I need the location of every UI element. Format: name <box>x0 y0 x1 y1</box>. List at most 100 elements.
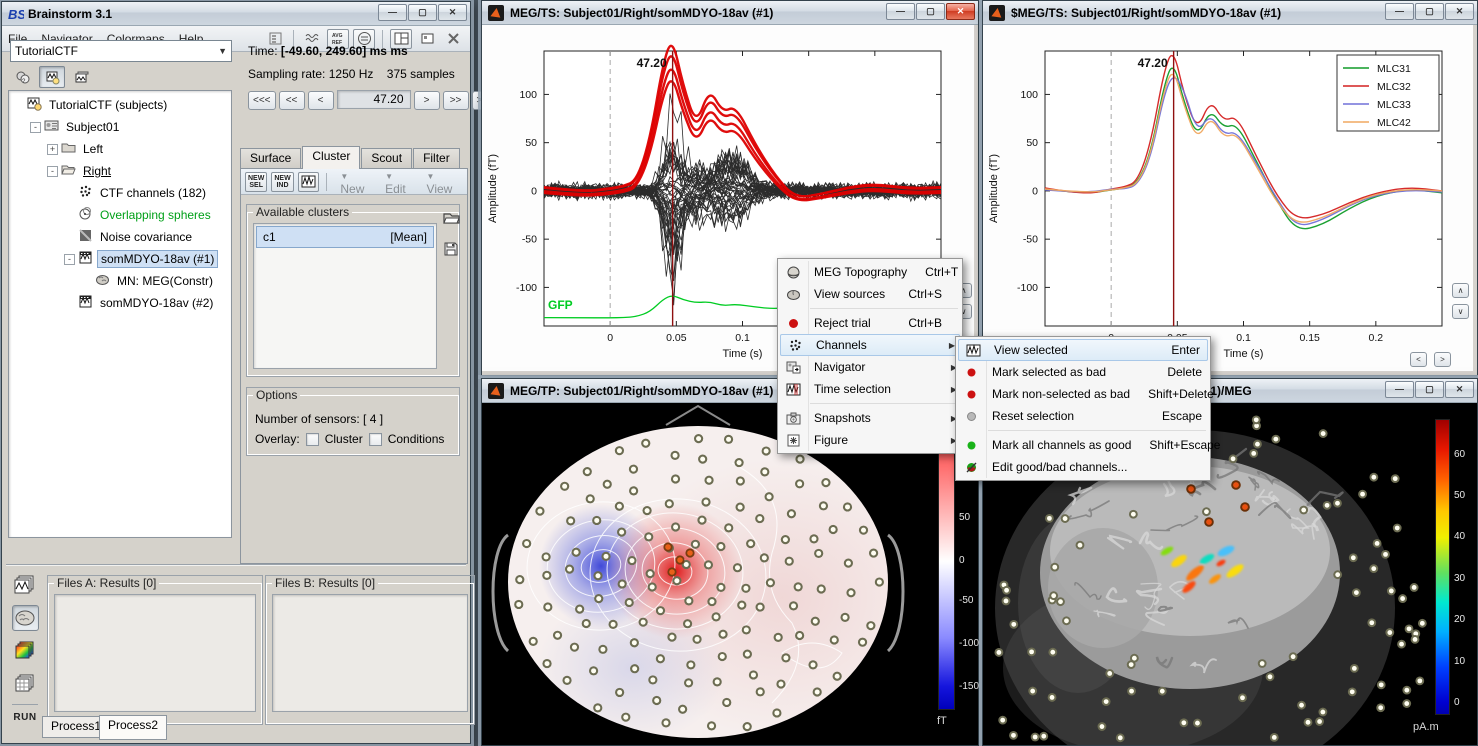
menu-item-mark-all-channels-as-good[interactable]: Mark all channels as goodShift+Escape <box>956 434 1210 456</box>
edit-menu[interactable]: ▼ Edit <box>385 168 416 196</box>
tree-item-4[interactable]: CTF channels (182) <box>9 182 231 204</box>
legend-entry-MLC31: MLC31 <box>1377 63 1411 75</box>
topography-plot[interactable] <box>482 403 974 745</box>
overlay-conditions-checkbox[interactable] <box>369 433 382 446</box>
br-close-button[interactable]: ✕ <box>1445 381 1474 398</box>
files-a-list[interactable] <box>54 594 256 712</box>
tree-item-9[interactable]: somMDYO-18av (#2) <box>9 292 231 314</box>
load-cluster-folder-icon[interactable] <box>443 209 461 225</box>
new-menu[interactable]: ▼ New <box>340 168 375 196</box>
menu-item-meg-topography[interactable]: MEG TopographyCtrl+T <box>778 261 962 283</box>
time-range-value: [-49.60, 249.60] ms <box>281 44 387 58</box>
ts2-page-left-button[interactable]: < <box>1410 352 1427 367</box>
process-matrix-icon[interactable] <box>12 671 39 697</box>
ts2-maximize-button[interactable]: ▢ <box>1415 3 1444 20</box>
ts2-gain-down-button[interactable]: ∨ <box>1452 304 1469 319</box>
process-timefreq-icon[interactable] <box>12 638 39 664</box>
collapse-icon[interactable]: - <box>30 122 41 133</box>
ts2-plot[interactable]: 100500-50-10000.050.10.150.2Time (s)Ampl… <box>983 25 1473 371</box>
cluster-list[interactable]: c1 [Mean] <box>253 223 437 369</box>
menu-item-reset-selection[interactable]: Reset selectionEscape <box>956 405 1210 427</box>
menu-item-navigator[interactable]: Navigator▶ <box>778 356 962 378</box>
tree-item-3[interactable]: -Right <box>9 160 231 182</box>
menu-item-snapshots[interactable]: Snapshots▶ <box>778 407 962 429</box>
tab-scout[interactable]: Scout <box>361 148 412 169</box>
run-button[interactable]: RUN <box>13 712 36 723</box>
tree-item-label: somMDYO-18av (#1) <box>97 250 218 268</box>
ts2-minimize-button[interactable]: — <box>1385 3 1414 20</box>
process-sources-icon[interactable] <box>12 605 39 631</box>
overlay-cluster-checkbox[interactable] <box>306 433 319 446</box>
bad-red-icon <box>956 383 986 405</box>
menu-item-reject-trial[interactable]: Reject trialCtrl+B <box>778 312 962 334</box>
ts2-title: $MEG/TS: Subject01/Right/somMDYO-18av (#… <box>1011 6 1281 20</box>
display-cluster-icon[interactable] <box>298 172 320 192</box>
menu-separator <box>810 308 958 309</box>
functional-view-button[interactable] <box>39 66 65 88</box>
maximize-button[interactable]: ▢ <box>408 4 437 21</box>
tp-colorbar[interactable] <box>938 424 955 710</box>
functional-alt-view-button[interactable] <box>68 66 94 88</box>
collapse-icon[interactable]: - <box>64 254 75 265</box>
time-back-button-2[interactable]: < <box>308 91 334 110</box>
brainstorm-main-window: BS Brainstorm 3.1 — ▢ ✕ File Navigator C… <box>1 1 471 744</box>
tab-process2[interactable]: Process2 <box>99 715 167 740</box>
tree-item-7[interactable]: - somMDYO-18av (#1) <box>9 248 231 270</box>
tab-filter[interactable]: Filter <box>413 148 460 169</box>
tree-item-6[interactable]: Noise covariance <box>9 226 231 248</box>
files-b-list[interactable] <box>272 594 468 712</box>
ts1-minimize-button[interactable]: — <box>886 3 915 20</box>
time-back-button-0[interactable]: <<< <box>248 91 276 110</box>
new-sel-button[interactable]: NEWSEL <box>245 172 267 192</box>
menu-item-mark-selected-as-bad[interactable]: Mark selected as badDelete <box>956 361 1210 383</box>
tp-colorbar-tick: 50 <box>959 512 970 523</box>
expand-icon[interactable]: + <box>47 144 58 155</box>
time-fwd-button-1[interactable]: >> <box>443 91 469 110</box>
br-colorbar[interactable] <box>1435 419 1450 715</box>
collapse-icon[interactable]: - <box>47 166 58 177</box>
close-button[interactable]: ✕ <box>438 4 467 21</box>
minimize-button[interactable]: — <box>378 4 407 21</box>
anatomy-view-button[interactable]: ? <box>10 66 36 88</box>
tree-item-2[interactable]: +Left <box>9 138 231 160</box>
time-back-button-1[interactable]: << <box>279 91 305 110</box>
view-menu[interactable]: ▼ View <box>427 168 463 196</box>
menu-item-edit-good-bad-channels-[interactable]: Edit good/bad channels... <box>956 456 1210 478</box>
tab-cluster[interactable]: Cluster <box>302 146 360 169</box>
ts1-maximize-button[interactable]: ▢ <box>916 3 945 20</box>
cluster-item-c1[interactable]: c1 [Mean] <box>256 226 434 248</box>
menu-item-time-selection[interactable]: Time selection▶ <box>778 378 962 400</box>
br-maximize-button[interactable]: ▢ <box>1415 381 1444 398</box>
ts2-page-right-button[interactable]: > <box>1434 352 1451 367</box>
new-ind-button[interactable]: NEWIND <box>271 172 293 192</box>
reset-gray-icon <box>956 405 986 427</box>
process-data-icon[interactable] <box>12 572 39 598</box>
menu-item-view-selected[interactable]: View selectedEnter <box>958 339 1208 361</box>
menu-item-label: Channels <box>810 338 867 352</box>
cursor-time-label: 47.20 <box>1138 56 1168 70</box>
menu-item-channels[interactable]: Channels▶ <box>780 334 960 356</box>
ts2-close-button[interactable]: ✕ <box>1445 3 1474 20</box>
tree-item-5[interactable]: Overlapping spheres <box>9 204 231 226</box>
menu-item-mark-non-selected-as-bad[interactable]: Mark non-selected as badShift+Delete <box>956 383 1210 405</box>
ts2-gain-up-button[interactable]: ∧ <box>1452 283 1469 298</box>
main-title-bar[interactable]: BS Brainstorm 3.1 — ▢ ✕ <box>2 2 470 26</box>
database-tree[interactable]: TutorialCTF (subjects)-Subject01+Left-Ri… <box>8 90 232 538</box>
br-minimize-button[interactable]: — <box>1385 381 1414 398</box>
tree-item-0[interactable]: TutorialCTF (subjects) <box>9 94 231 116</box>
tp-client[interactable]: fT 100500-50-100-150 <box>482 403 978 745</box>
time-panel: Time: [-49.60, 249.60] ms ms Sampling ra… <box>238 36 468 140</box>
tree-item-8[interactable]: MN: MEG(Constr) <box>9 270 231 292</box>
ts2-title-bar[interactable]: $MEG/TS: Subject01/Right/somMDYO-18av (#… <box>983 1 1477 25</box>
ts1-close-button[interactable]: ✕ <box>946 3 975 20</box>
protocol-selector[interactable]: TutorialCTF ▼ <box>10 40 232 62</box>
tab-surface[interactable]: Surface <box>240 148 301 169</box>
menu-item-figure[interactable]: Figure▶ <box>778 429 962 451</box>
save-cluster-icon[interactable] <box>443 241 461 257</box>
svg-text:0: 0 <box>607 332 613 344</box>
ts1-title-bar[interactable]: MEG/TS: Subject01/Right/somMDYO-18av (#1… <box>482 1 978 25</box>
menu-item-shortcut: Enter <box>1153 343 1200 357</box>
tree-item-1[interactable]: -Subject01 <box>9 116 231 138</box>
menu-item-view-sources[interactable]: View sourcesCtrl+S <box>778 283 962 305</box>
time-fwd-button-0[interactable]: > <box>414 91 440 110</box>
